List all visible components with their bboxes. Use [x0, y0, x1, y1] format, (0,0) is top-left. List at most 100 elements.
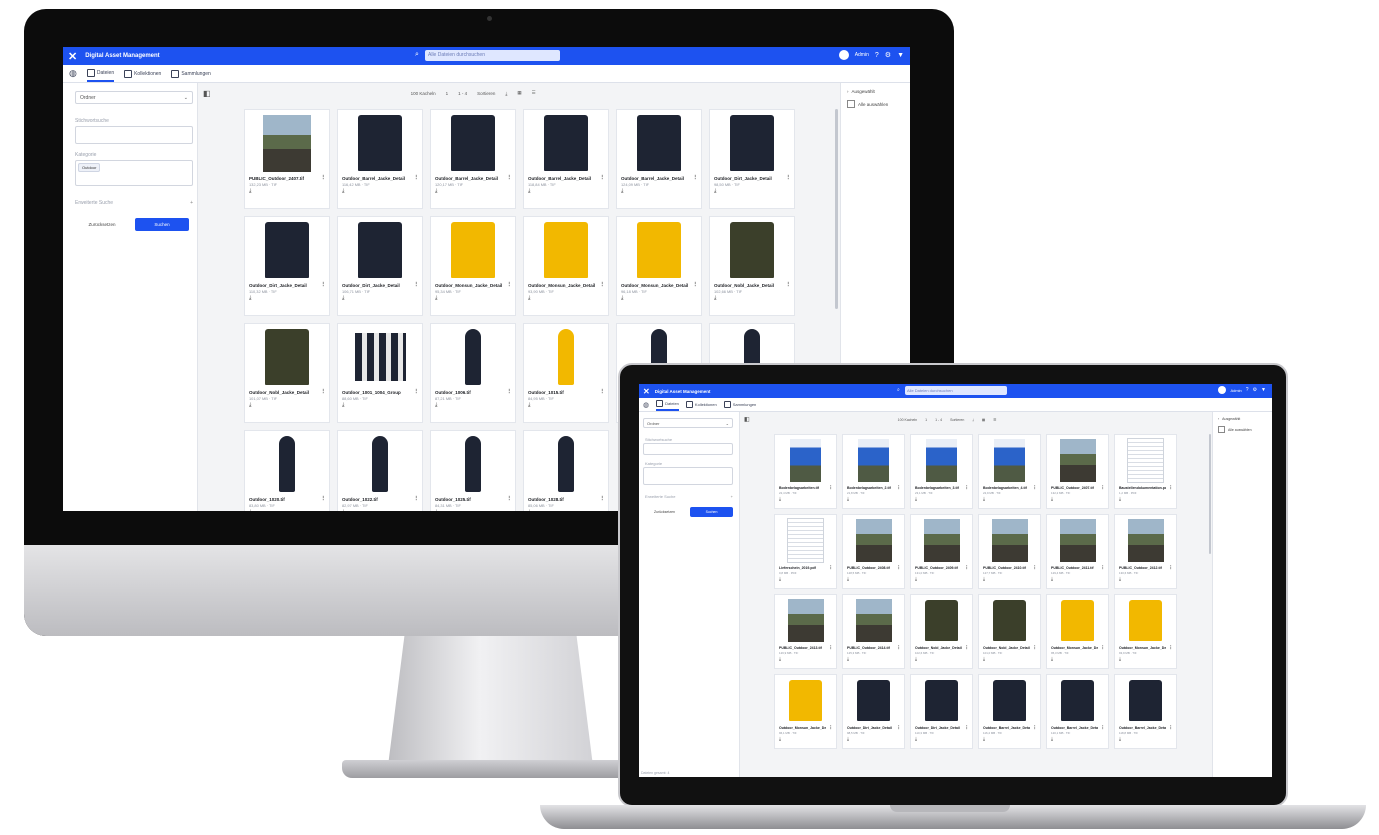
asset-thumbnail[interactable]	[524, 113, 608, 173]
per-page-select[interactable]: 100 Kacheln	[898, 418, 917, 422]
reset-button[interactable]: Zurücksetzen	[643, 507, 686, 517]
asset-filename[interactable]: PUBLIC_Outdoor_2414.tif	[847, 646, 894, 650]
asset-card[interactable]: Outdoor_Monsun_Jacke_Detail 96,18 MB · TI…	[616, 216, 702, 316]
asset-thumbnail[interactable]	[431, 434, 515, 494]
asset-filename[interactable]: Outdoor_Barrel_Jacke_Detail	[1051, 726, 1098, 730]
download-icon[interactable]: ⤓	[249, 188, 325, 195]
asset-filename[interactable]: Bodenbelagsarbeiten_4.tif	[983, 486, 1030, 490]
tab-files[interactable]: Dateien	[86, 65, 115, 82]
asset-card[interactable]: Bodenbelagsarbeiten_4.tif 22,9 MB · TIF ⤓ ⋮	[978, 434, 1041, 509]
search-button[interactable]: Suchen	[135, 218, 189, 231]
asset-filename[interactable]: Outdoor_Monsun_Jacke_Detail	[1051, 646, 1098, 650]
more-options-icon[interactable]: ⋮	[507, 282, 513, 288]
download-icon[interactable]: ⤓	[714, 295, 790, 302]
download-icon[interactable]: ⤓	[528, 295, 604, 302]
search-icon[interactable]: ⌕	[415, 51, 419, 59]
list-view-icon[interactable]: ☰	[532, 90, 536, 96]
asset-filename[interactable]: PUBLIC_Outdoor_2412.tif	[1119, 566, 1166, 570]
asset-thumbnail[interactable]	[843, 678, 904, 723]
keyword-input[interactable]	[75, 126, 193, 144]
download-icon[interactable]: ⤓	[847, 736, 900, 741]
asset-filename[interactable]: Outdoor_Nobl_Jacke_Detail	[915, 646, 962, 650]
asset-card[interactable]: Outdoor_Barrel_Jacke_Detail 116,42 MB · T…	[337, 109, 423, 209]
download-icon[interactable]: ⤓	[435, 295, 511, 302]
asset-card[interactable]: Outdoor_Barrel_Jacke_Detail 120,17 MB · T…	[430, 109, 516, 209]
extended-search-row[interactable]: Erweiterte Suche +	[75, 200, 193, 206]
download-icon[interactable]: ⤓	[1119, 496, 1172, 501]
search-input[interactable]: Alle Dateien durchsuchen	[425, 50, 560, 61]
more-options-icon[interactable]: ⋮	[1169, 725, 1174, 731]
asset-thumbnail[interactable]	[911, 438, 972, 483]
asset-thumbnail[interactable]	[911, 678, 972, 723]
download-icon[interactable]: ⤓	[342, 509, 418, 511]
asset-card[interactable]: Outdoor_1015.tif 84,95 MB · TIF ⤓ ⋮	[523, 323, 609, 423]
asset-thumbnail[interactable]	[524, 220, 608, 280]
asset-thumbnail[interactable]	[1047, 518, 1108, 563]
asset-filename[interactable]: Lieferschein_2019.pdf	[779, 566, 826, 570]
page-select[interactable]: 1	[925, 418, 927, 422]
asset-card[interactable]: Outdoor_Nobl_Jacke_Detail 102,6 MB · TIF ⤓…	[910, 594, 973, 669]
download-icon[interactable]: ⤓	[528, 188, 604, 195]
user-name[interactable]: Admin	[855, 52, 869, 58]
asset-card[interactable]: Outdoor_1025.tif84,31 MB · TIF⤓ ⋮	[430, 430, 516, 511]
globe-icon[interactable]: ◍	[643, 401, 649, 409]
download-icon[interactable]: ⤓	[983, 736, 1036, 741]
asset-thumbnail[interactable]	[1115, 678, 1176, 723]
asset-filename[interactable]: Outdoor_Nobl_Jacke_Detail	[983, 646, 1030, 650]
download-icon[interactable]: ⤓	[915, 736, 968, 741]
download-icon[interactable]: ⤓	[915, 656, 968, 661]
tab-collections[interactable]: Kollektionen	[124, 66, 161, 81]
asset-thumbnail[interactable]	[775, 678, 836, 723]
more-options-icon[interactable]: ⋮	[507, 496, 513, 502]
toggle-sidebar-icon[interactable]: ◧	[744, 416, 750, 423]
asset-card[interactable]: Outdoor_Monsun_Jacke_Detail93,9 MB · TIF…	[1114, 594, 1177, 669]
asset-filename[interactable]: Outdoor_Dirt_Jacke_Detail	[249, 283, 319, 288]
asset-filename[interactable]: Baustellendokumentation.pdf	[1119, 486, 1166, 490]
asset-card[interactable]: Outdoor_Nobl_Jacke_Detail 101,0 MB · TIF ⤓…	[978, 594, 1041, 669]
asset-thumbnail[interactable]	[979, 518, 1040, 563]
download-icon[interactable]: ⤓	[983, 656, 1036, 661]
more-options-icon[interactable]: ⋮	[897, 565, 902, 571]
asset-filename[interactable]: Outdoor_Barrel_Jacke_Detail	[1119, 726, 1166, 730]
more-options-icon[interactable]: ⋮	[414, 175, 420, 181]
asset-thumbnail[interactable]	[911, 518, 972, 563]
asset-card[interactable]: Outdoor_Nobl_Jacke_Detail 102,66 MB · TIF…	[709, 216, 795, 316]
download-icon[interactable]: ⤓	[435, 509, 511, 511]
more-options-icon[interactable]: ⋮	[507, 389, 513, 395]
download-icon[interactable]: ⤓	[915, 576, 968, 581]
download-icon[interactable]: ⤓	[249, 509, 325, 511]
asset-card[interactable]: Outdoor_Barrel_Jacke_Detail 116,4 MB · TI…	[978, 674, 1041, 749]
asset-thumbnail[interactable]	[843, 598, 904, 643]
asset-thumbnail[interactable]	[979, 438, 1040, 483]
more-options-icon[interactable]: ⋮	[965, 565, 970, 571]
download-icon[interactable]: ⤓	[342, 188, 418, 195]
more-options-icon[interactable]: ⋮	[414, 282, 420, 288]
avatar[interactable]	[838, 50, 849, 60]
download-icon[interactable]: ⤓	[621, 295, 697, 302]
asset-card[interactable]: Lieferschein_2019.pdf 0,8 MB · PDF ⤓ ⋮	[774, 514, 837, 589]
asset-filename[interactable]: PUBLIC_Outdoor_2407.tif	[1051, 486, 1098, 490]
more-options-icon[interactable]: ⋮	[897, 645, 902, 651]
download-icon[interactable]: ⤓	[847, 576, 900, 581]
asset-filename[interactable]: PUBLIC_Outdoor_2413.tif	[779, 646, 826, 650]
more-options-icon[interactable]: ⋮	[1033, 485, 1038, 491]
asset-card[interactable]: Outdoor_1020.tif83,80 MB · TIF⤓ ⋮	[244, 430, 330, 511]
asset-filename[interactable]: Outdoor_Barrel_Jacke_Detail	[528, 176, 598, 181]
asset-card[interactable]: Outdoor_1001_1004_Group 88,60 MB · TIF ⤓ ⋮	[337, 323, 423, 423]
grid-scrollbar[interactable]	[835, 109, 838, 309]
asset-thumbnail[interactable]	[1115, 518, 1176, 563]
more-options-icon[interactable]: ⋮	[693, 175, 699, 181]
asset-card[interactable]: Outdoor_Monsun_Jacke_Detail 93,90 MB · TI…	[523, 216, 609, 316]
asset-card[interactable]: Bodenbelagsarbeiten_2.tif 21,8 MB · TIF ⤓ ⋮	[842, 434, 905, 509]
filter-icon[interactable]: ▼	[897, 52, 904, 59]
more-options-icon[interactable]: ⋮	[321, 175, 327, 181]
asset-filename[interactable]: Outdoor_Nobl_Jacke_Detail	[714, 283, 784, 288]
grid-view-icon[interactable]: ▦	[982, 418, 985, 422]
more-options-icon[interactable]: ⋮	[1101, 565, 1106, 571]
more-options-icon[interactable]: ⋮	[829, 645, 834, 651]
download-icon[interactable]: ⤓	[1119, 656, 1172, 661]
more-options-icon[interactable]: ⋮	[829, 725, 834, 731]
list-view-icon[interactable]: ☰	[993, 418, 996, 422]
search-button[interactable]: Suchen	[690, 507, 733, 517]
asset-filename[interactable]: Outdoor_Barrel_Jacke_Detail	[435, 176, 505, 181]
